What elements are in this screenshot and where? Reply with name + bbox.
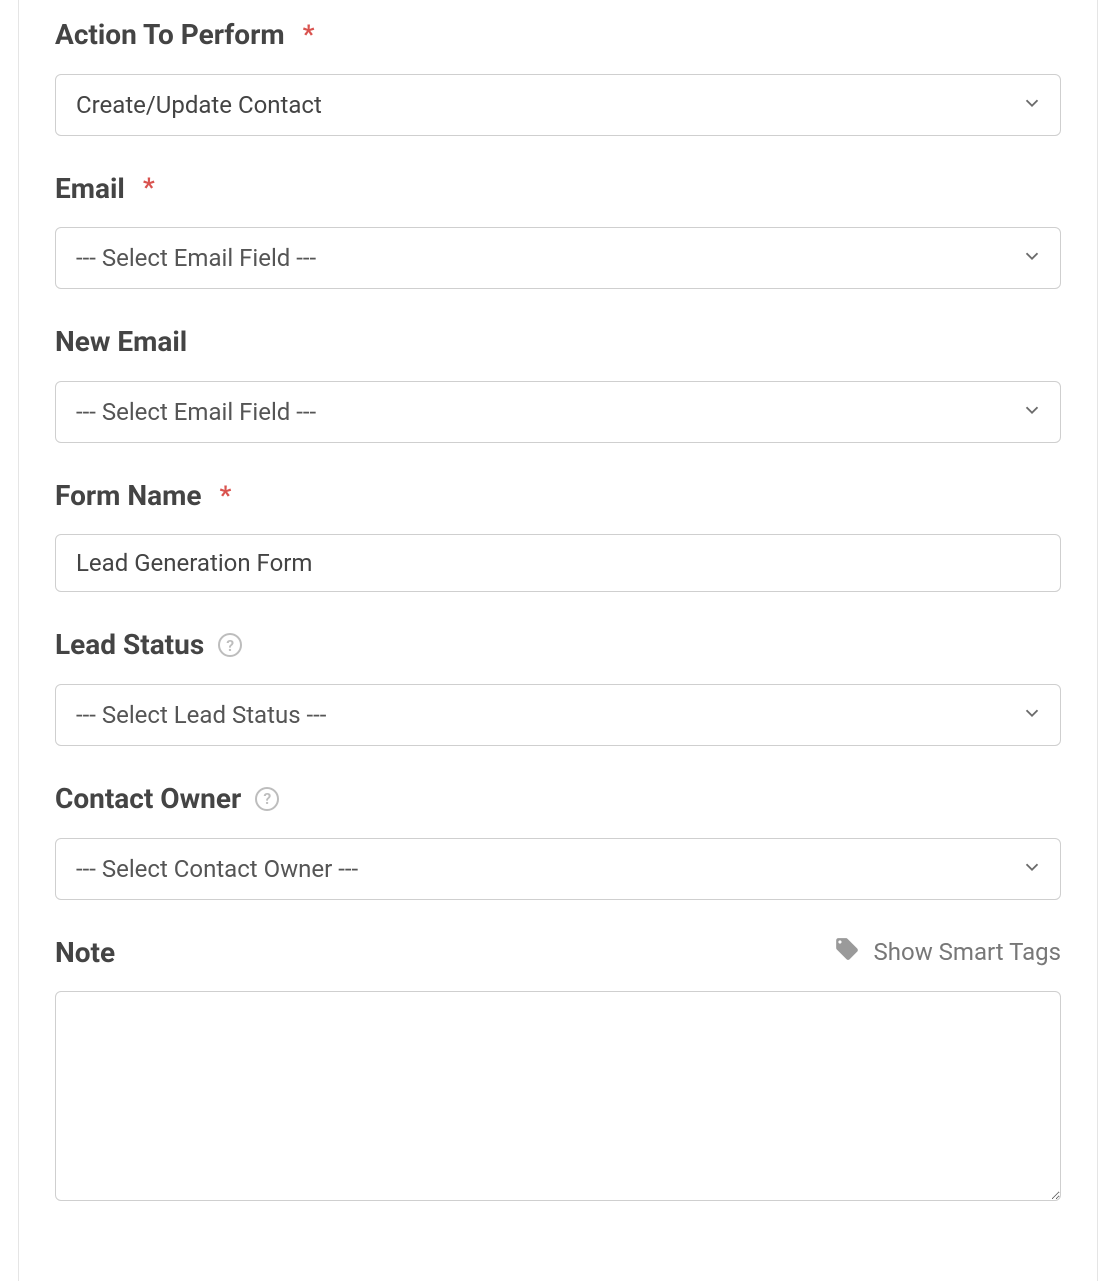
label-row: Note Show Smart Tags [55, 936, 1061, 970]
new-email-select[interactable]: --- Select Email Field --- [55, 381, 1061, 443]
contact-owner-label: Contact Owner [55, 782, 241, 816]
field-contact-owner: Contact Owner ? --- Select Contact Owner… [55, 782, 1061, 900]
note-label: Note [55, 936, 115, 970]
smart-tags-label: Show Smart Tags [874, 938, 1061, 966]
help-icon[interactable]: ? [218, 633, 242, 657]
action-select-value: Create/Update Contact [55, 74, 1061, 136]
field-email: Email * --- Select Email Field --- [55, 172, 1061, 290]
required-asterisk-icon: * [143, 173, 155, 203]
field-lead-status: Lead Status ? --- Select Lead Status --- [55, 628, 1061, 746]
field-action-to-perform: Action To Perform * Create/Update Contac… [55, 18, 1061, 136]
label-left: Email * [55, 172, 155, 206]
tag-icon [834, 936, 860, 968]
action-label: Action To Perform [55, 18, 285, 52]
label-row: Email * [55, 172, 1061, 206]
help-icon[interactable]: ? [255, 787, 279, 811]
contact-owner-select[interactable]: --- Select Contact Owner --- [55, 838, 1061, 900]
lead-status-select-placeholder: --- Select Lead Status --- [55, 684, 1061, 746]
label-left: Contact Owner ? [55, 782, 279, 816]
field-new-email: New Email --- Select Email Field --- [55, 325, 1061, 443]
label-row: Lead Status ? [55, 628, 1061, 662]
new-email-select-placeholder: --- Select Email Field --- [55, 381, 1061, 443]
label-row: Form Name * [55, 479, 1061, 513]
label-row: Action To Perform * [55, 18, 1061, 52]
label-row: New Email [55, 325, 1061, 359]
required-asterisk-icon: * [303, 20, 315, 50]
new-email-label: New Email [55, 325, 187, 359]
lead-status-label: Lead Status [55, 628, 204, 662]
label-row: Contact Owner ? [55, 782, 1061, 816]
label-left: Form Name * [55, 479, 231, 513]
note-textarea[interactable] [55, 991, 1061, 1201]
field-note: Note Show Smart Tags [55, 936, 1061, 1206]
required-asterisk-icon: * [219, 481, 231, 511]
form-panel: Action To Perform * Create/Update Contac… [18, 0, 1098, 1281]
action-select[interactable]: Create/Update Contact [55, 74, 1061, 136]
email-select[interactable]: --- Select Email Field --- [55, 227, 1061, 289]
email-select-placeholder: --- Select Email Field --- [55, 227, 1061, 289]
lead-status-select[interactable]: --- Select Lead Status --- [55, 684, 1061, 746]
show-smart-tags-link[interactable]: Show Smart Tags [834, 936, 1061, 968]
form-name-label: Form Name [55, 479, 201, 513]
email-label: Email [55, 172, 125, 206]
label-left: Lead Status ? [55, 628, 242, 662]
field-form-name: Form Name * [55, 479, 1061, 593]
label-left: Action To Perform * [55, 18, 314, 52]
form-name-input[interactable] [55, 534, 1061, 592]
label-left: Note [55, 936, 115, 970]
contact-owner-select-placeholder: --- Select Contact Owner --- [55, 838, 1061, 900]
label-left: New Email [55, 325, 187, 359]
